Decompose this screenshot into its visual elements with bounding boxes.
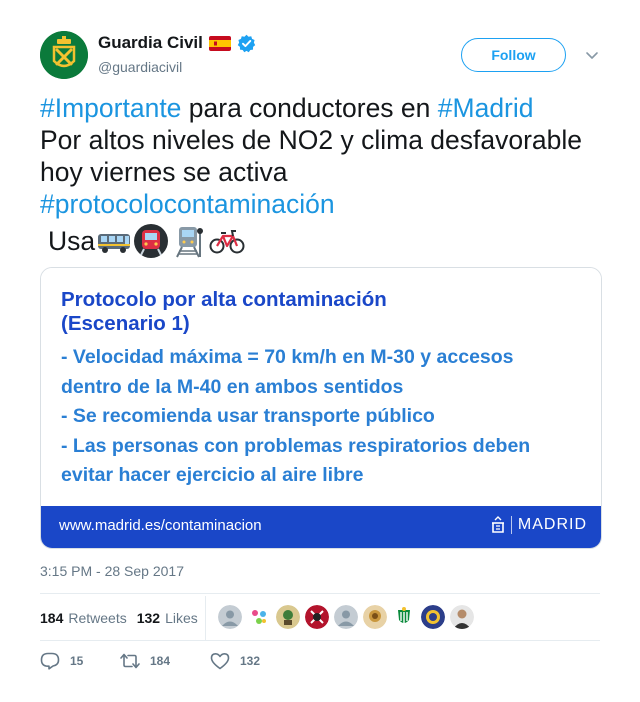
like-button[interactable]: 132 xyxy=(210,652,260,670)
card-item: dentro de la M-40 en ambos sentidos xyxy=(61,375,404,398)
handle[interactable]: @guardiacivil xyxy=(98,59,182,75)
liker-avatar[interactable] xyxy=(421,605,445,629)
tweet-text-segment: para conductores en xyxy=(181,93,438,123)
card-brand: MADRID xyxy=(491,516,587,534)
retweet-count: 184 xyxy=(150,654,171,668)
bicycle-icon xyxy=(209,230,245,254)
tweet-text: #Importante para conductores en #Madrid … xyxy=(40,92,610,259)
tweet-media-card[interactable]: Protocolo por alta contaminación (Escena… xyxy=(40,267,602,549)
hashtag-link[interactable]: #Madrid xyxy=(438,93,534,123)
madrid-logo-icon xyxy=(491,516,504,533)
hashtag-link[interactable]: #Importante xyxy=(40,93,181,123)
likes-label[interactable]: Likes xyxy=(165,610,198,626)
emoji-line: Usa xyxy=(40,223,610,259)
tweet-text-segment: Por altos niveles de NO2 y clima desfavo… xyxy=(40,125,583,187)
metro-icon xyxy=(134,224,169,258)
card-brand-text: MADRID xyxy=(517,516,587,533)
guardia-civil-emblem-icon xyxy=(40,31,88,79)
hashtag-link[interactable]: #protocolocontaminación xyxy=(40,189,335,219)
card-footer: www.madrid.es/contaminacion MADRID xyxy=(41,506,601,548)
bus-icon xyxy=(98,234,131,253)
card-item: - Las personas con problemas respiratori… xyxy=(61,434,531,457)
divider xyxy=(40,640,600,641)
retweets-count[interactable]: 184 xyxy=(40,610,63,626)
card-url: www.madrid.es/contaminacion xyxy=(59,517,262,534)
liker-avatar[interactable] xyxy=(363,605,387,629)
liker-avatar[interactable] xyxy=(218,605,242,629)
spain-flag-icon xyxy=(208,35,231,51)
liker-avatars xyxy=(218,605,474,629)
tweet-actions: 15 184 132 xyxy=(40,652,260,670)
reply-icon xyxy=(40,652,60,670)
name-row: Guardia Civil xyxy=(98,33,256,53)
card-title-line: Protocolo por alta contaminación xyxy=(61,288,387,311)
card-title: Protocolo por alta contaminación (Escena… xyxy=(61,288,501,336)
chevron-down-icon[interactable] xyxy=(584,47,600,63)
card-title-line: (Escenario 1) xyxy=(61,312,190,335)
tweet-paragraph: #Importante para conductores en #Madrid … xyxy=(40,92,610,220)
like-count: 132 xyxy=(240,654,261,668)
liker-avatar[interactable] xyxy=(450,605,474,629)
train-icon xyxy=(176,227,204,258)
display-name[interactable]: Guardia Civil xyxy=(98,33,203,53)
avatar[interactable] xyxy=(40,31,88,79)
verified-badge-icon xyxy=(237,34,256,53)
follow-button[interactable]: Follow xyxy=(461,38,566,72)
card-item: - Se recomienda usar transporte público xyxy=(61,405,435,427)
reply-button[interactable]: 15 xyxy=(40,652,120,670)
liker-avatar[interactable] xyxy=(392,605,416,629)
retweet-icon xyxy=(120,653,140,669)
retweets-label[interactable]: Retweets xyxy=(68,610,126,626)
liker-avatar[interactable] xyxy=(247,605,271,629)
card-item: evitar hacer ejercicio al aire libre xyxy=(61,464,364,486)
card-image: Protocolo por alta contaminación (Escena… xyxy=(41,268,601,508)
retweet-button[interactable]: 184 xyxy=(120,652,210,670)
heart-icon xyxy=(210,653,230,670)
usa-text: Usa xyxy=(48,226,96,256)
card-item: - Velocidad máxima = 70 km/h en M-30 y a… xyxy=(61,346,514,368)
likes-count[interactable]: 132 xyxy=(137,610,160,626)
tweet-header: Guardia Civil @guardiacivil Follow xyxy=(40,31,600,83)
reply-count: 15 xyxy=(70,654,84,668)
liker-avatar[interactable] xyxy=(276,605,300,629)
divider xyxy=(40,593,600,594)
stats-separator xyxy=(205,596,206,640)
tweet-timestamp[interactable]: 3:15 PM - 28 Sep 2017 xyxy=(40,563,184,579)
liker-avatar[interactable] xyxy=(305,605,329,629)
liker-avatar[interactable] xyxy=(334,605,358,629)
tweet-stats: 184 Retweets 132 Likes xyxy=(40,608,208,628)
